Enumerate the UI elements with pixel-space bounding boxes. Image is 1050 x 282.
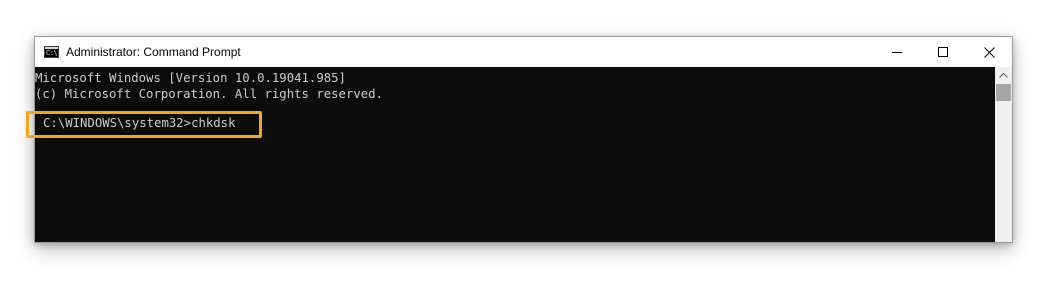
scroll-thumb[interactable] — [996, 84, 1011, 101]
console-line-copyright: (c) Microsoft Corporation. All rights re… — [35, 87, 383, 101]
scroll-up-icon — [999, 73, 1008, 78]
minimize-button[interactable] — [874, 37, 920, 67]
maximize-icon — [938, 47, 948, 57]
window-controls — [874, 37, 1012, 67]
cmd-icon[interactable]: C:\ — [44, 46, 59, 58]
window-title: Administrator: Command Prompt — [66, 45, 241, 59]
vertical-scrollbar[interactable] — [995, 67, 1012, 242]
page: C:\ Administrator: Command Prompt Micros… — [0, 0, 1050, 282]
command-prompt-window[interactable]: C:\ Administrator: Command Prompt Micros… — [26, 36, 1013, 243]
title-bar[interactable]: C:\ Administrator: Command Prompt — [35, 37, 1012, 67]
console-output[interactable]: Microsoft Windows [Version 10.0.19041.98… — [26, 67, 995, 242]
cmd-icon-text: C:\ — [46, 49, 58, 57]
console-prompt-command: C:\WINDOWS\system32>chkdsk — [43, 116, 236, 130]
console-line-version: Microsoft Windows [Version 10.0.19041.98… — [35, 71, 346, 85]
close-button[interactable] — [966, 37, 1012, 67]
minimize-icon — [892, 52, 902, 53]
scroll-up-button[interactable] — [995, 67, 1012, 84]
maximize-button[interactable] — [920, 37, 966, 67]
close-icon — [984, 47, 995, 58]
